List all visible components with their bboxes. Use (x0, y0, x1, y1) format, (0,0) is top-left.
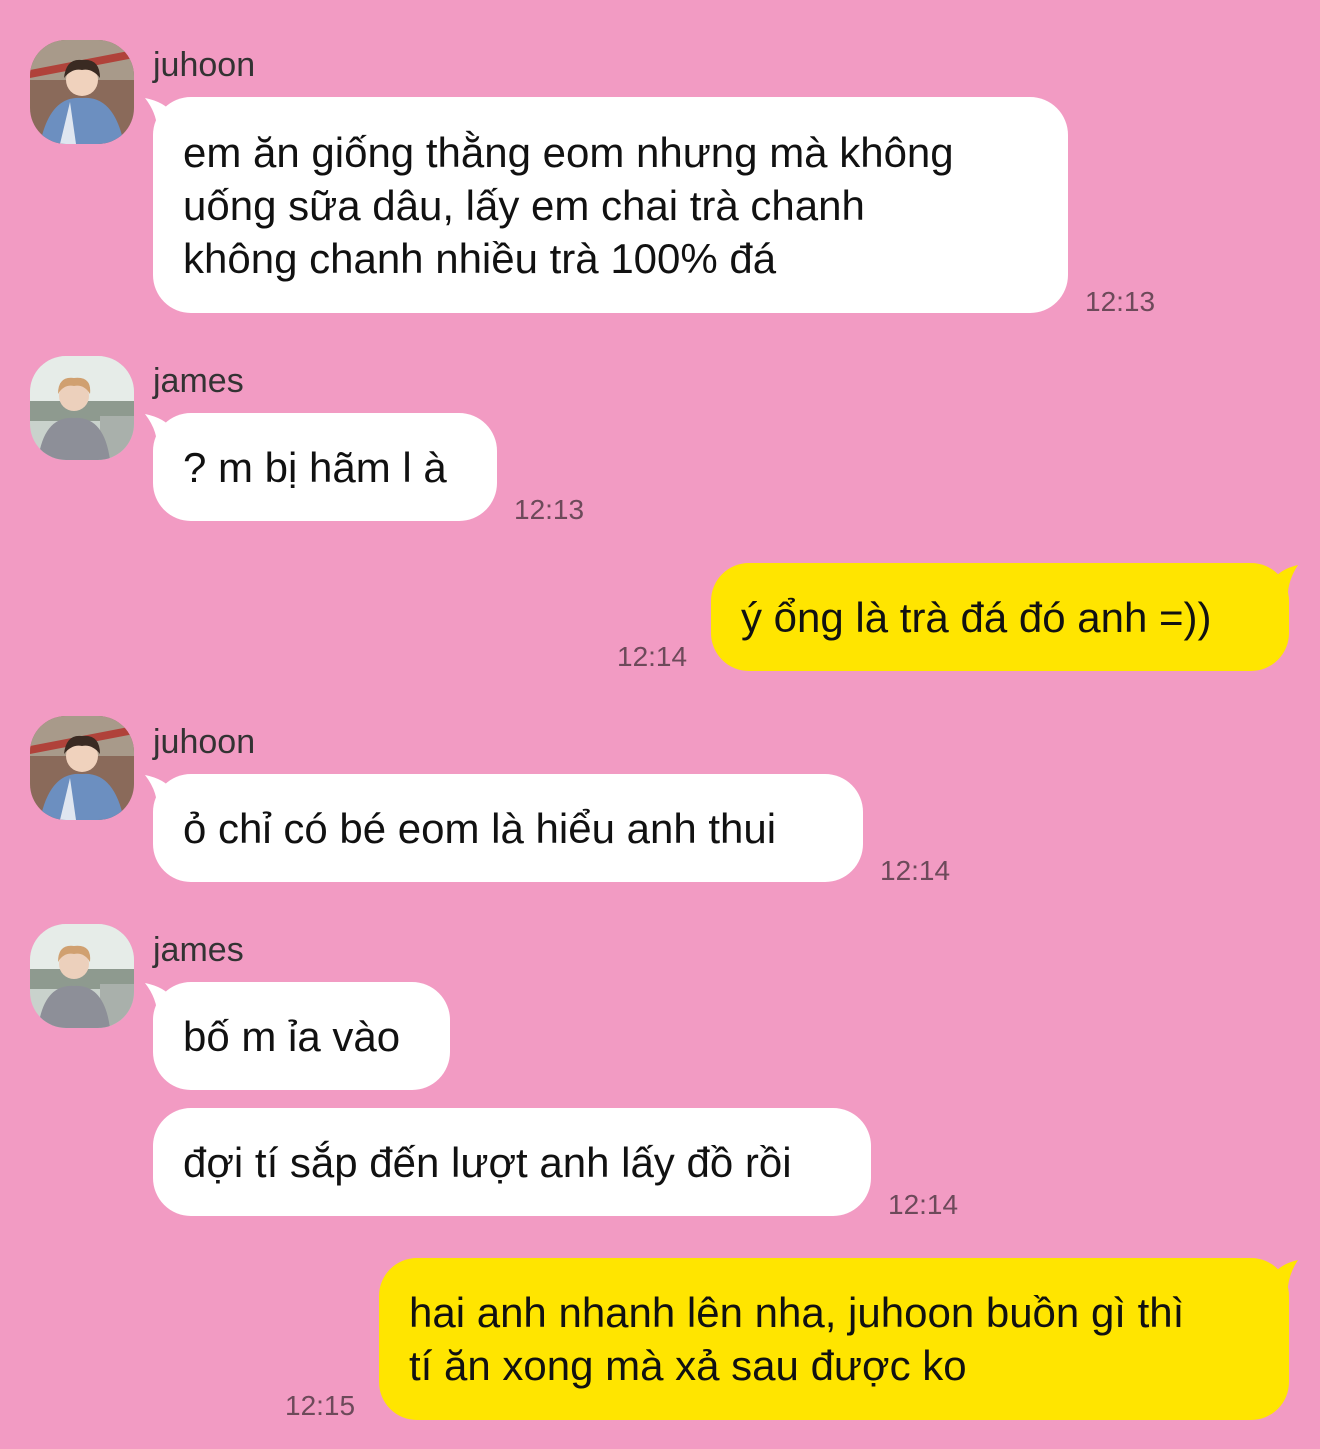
sender-name: james (153, 362, 244, 400)
sender-name: james (153, 931, 244, 969)
message-timestamp: 12:15 (285, 1390, 356, 1421)
sender-name: juhoon (153, 723, 256, 761)
message-bubble[interactable]: đợi tí sắp đến lượt anh lấy đồ rồi (153, 1108, 871, 1216)
james-avatar[interactable] (30, 356, 134, 460)
message-text-line: hai anh nhanh lên nha, juhoon buồn gì th… (409, 1289, 1185, 1336)
message-timestamp: 12:13 (1085, 286, 1156, 317)
message-text-line: uống sữa dâu, lấy em chai trà chanh (183, 181, 865, 229)
juhoon-avatar[interactable] (30, 716, 134, 820)
bubble-tail (1272, 1260, 1298, 1298)
message-text-line: em ăn giống thằng eom nhưng mà không (183, 128, 954, 176)
juhoon-avatar[interactable] (30, 40, 134, 144)
message-text-line: ý ổng là trà đá đó anh =)) (741, 593, 1212, 641)
message-bubble[interactable]: em ăn giống thằng eom nhưng mà không uốn… (153, 97, 1068, 313)
james-avatar[interactable] (30, 924, 134, 1028)
sender-name: juhoon (153, 46, 256, 84)
message-timestamp: 12:14 (880, 855, 951, 886)
message-bubble[interactable]: ? m bị hãm l à (153, 413, 497, 521)
message-text-line: ? m bị hãm l à (183, 443, 447, 491)
message-text-line: đợi tí sắp đến lượt anh lấy đồ rồi (183, 1138, 792, 1186)
chat-thread[interactable]: juhoon em ăn giống thằng eom nhưng mà kh… (0, 0, 1320, 1449)
bubble-tail (1272, 565, 1298, 603)
message-bubble[interactable]: ỏ chỉ có bé eom là hiểu anh thui (153, 774, 863, 882)
message-timestamp: 12:13 (514, 494, 585, 525)
message-text-line: ỏ chỉ có bé eom là hiểu anh thui (183, 804, 777, 852)
message-text-line: tí ăn xong mà xả sau được ko (409, 1342, 967, 1389)
message-text-line: bố m ỉa vào (183, 1012, 401, 1060)
message-bubble[interactable]: hai anh nhanh lên nha, juhoon buồn gì th… (379, 1258, 1289, 1420)
message-text-line: không chanh nhiều trà 100% đá (183, 234, 777, 282)
message-timestamp: 12:14 (888, 1189, 959, 1220)
message-bubble[interactable]: ý ổng là trà đá đó anh =)) (711, 563, 1289, 671)
message-bubble[interactable]: bố m ỉa vào (153, 982, 450, 1090)
message-timestamp: 12:14 (617, 641, 688, 672)
